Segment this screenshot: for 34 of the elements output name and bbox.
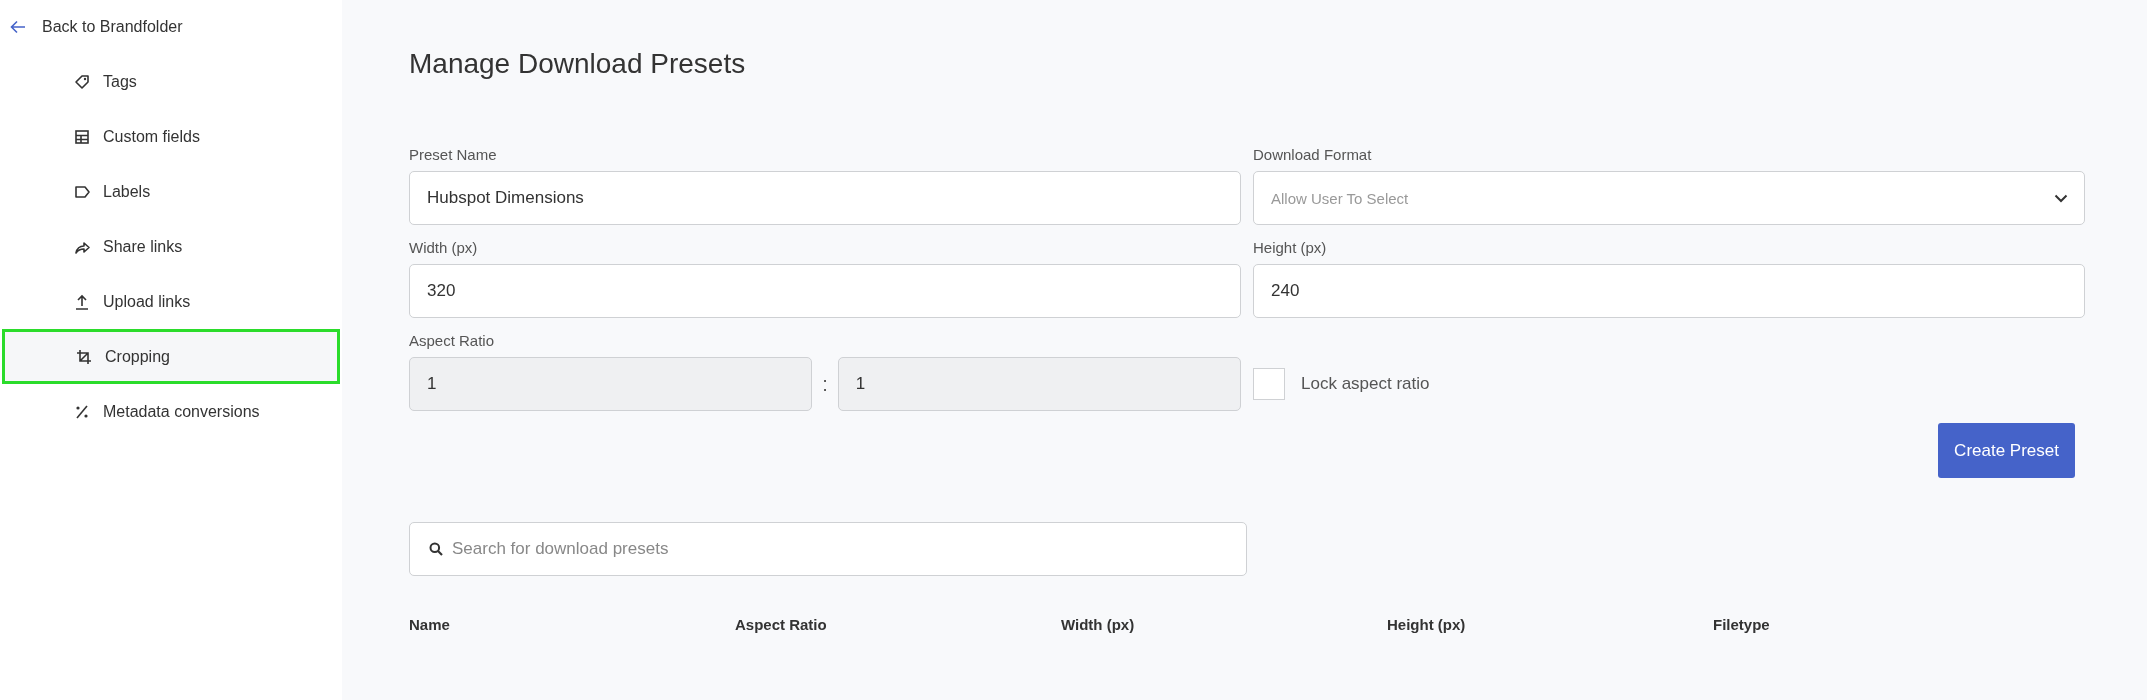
sidebar-item[interactable]: Upload links xyxy=(0,274,342,329)
field-label: Height (px) xyxy=(1253,239,1328,256)
field-label: Preset Name xyxy=(409,146,498,163)
column-header: Filetype xyxy=(1713,616,1771,633)
sidebar-item[interactable]: Labels xyxy=(0,164,342,219)
field-label: Aspect Ratio xyxy=(409,332,496,349)
create-preset-button[interactable]: Create Preset xyxy=(1938,423,2075,478)
back-link[interactable]: Back to Brandfolder xyxy=(0,10,342,44)
crop-icon xyxy=(75,347,93,366)
preset-name-field[interactable]: Hubspot Dimensions xyxy=(409,171,1241,225)
column-header: Width (px) xyxy=(1061,616,1136,633)
column-header: Height (px) xyxy=(1387,616,1467,633)
column-header: Name xyxy=(409,616,451,633)
sidebar-item[interactable]: Metadata conversions xyxy=(0,384,342,439)
tag-icon xyxy=(73,72,91,91)
column-header: Aspect Ratio xyxy=(735,616,828,633)
search-icon xyxy=(429,542,443,556)
search-field[interactable]: Search for download presets xyxy=(409,522,1247,576)
back-arrow-icon xyxy=(10,20,26,34)
page-title: Manage Download Presets xyxy=(409,48,747,80)
chevron-down-icon xyxy=(2054,193,2068,203)
field-label: Width (px) xyxy=(409,239,479,256)
table-icon xyxy=(73,127,91,146)
width-field[interactable]: 320 xyxy=(409,264,1241,318)
field-label: Download Format xyxy=(1253,146,1373,163)
checkbox[interactable] xyxy=(1253,368,1285,400)
ratio-separator: : xyxy=(822,372,828,396)
checkbox-label: Lock aspect ratio xyxy=(1301,374,1430,394)
sidebar-item[interactable]: Share links xyxy=(0,219,342,274)
sidebar-item[interactable]: Custom fields xyxy=(0,109,342,164)
height-field[interactable]: 240 xyxy=(1253,264,2085,318)
sidebar-item[interactable]: Tags xyxy=(0,54,342,109)
upload-icon xyxy=(73,292,91,311)
sidebar-item[interactable]: Cropping xyxy=(2,329,340,384)
